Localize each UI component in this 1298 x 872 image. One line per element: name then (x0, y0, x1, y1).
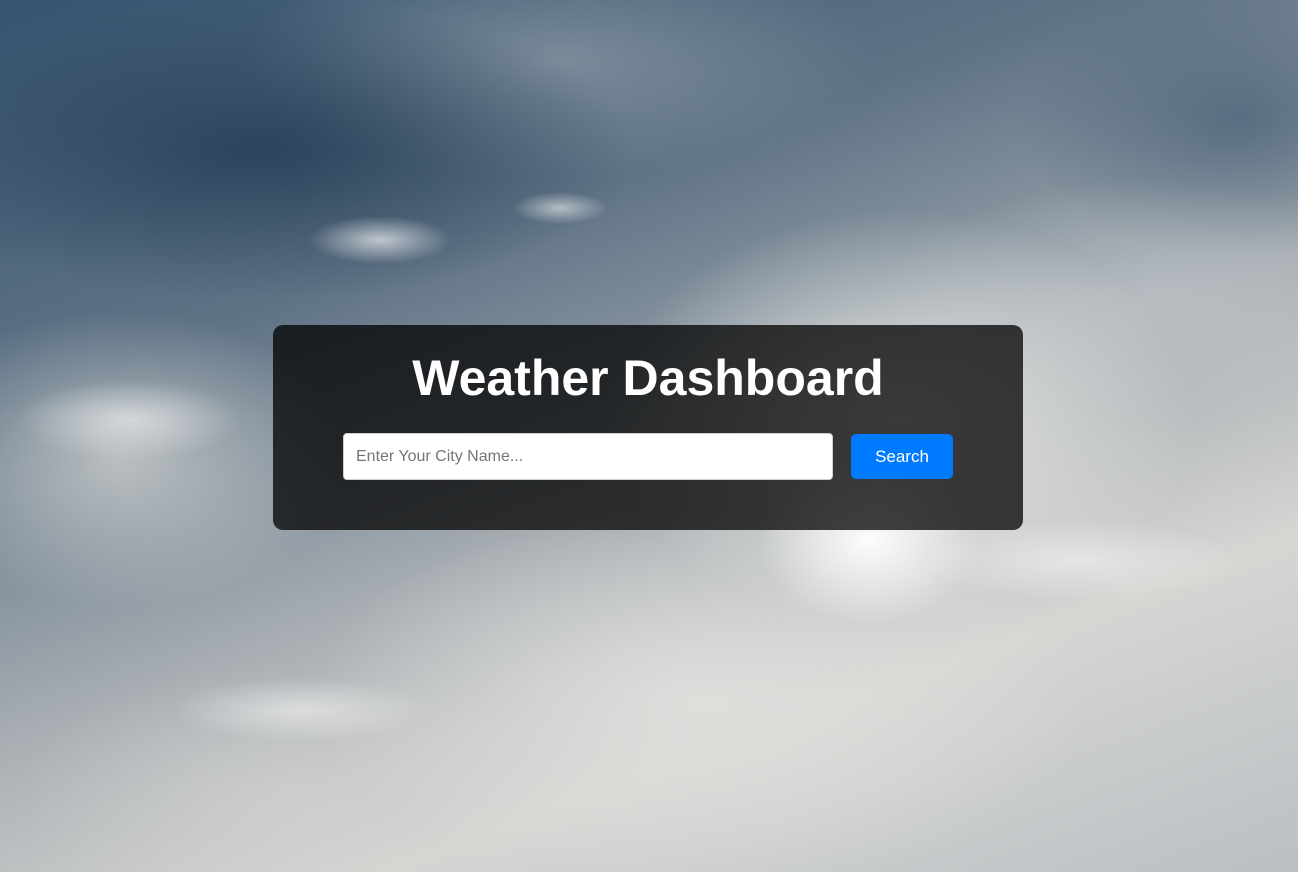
city-search-input[interactable] (343, 433, 833, 480)
page-title: Weather Dashboard (412, 350, 884, 406)
search-button[interactable]: Search (851, 434, 953, 479)
search-card: Weather Dashboard Search (273, 325, 1023, 530)
